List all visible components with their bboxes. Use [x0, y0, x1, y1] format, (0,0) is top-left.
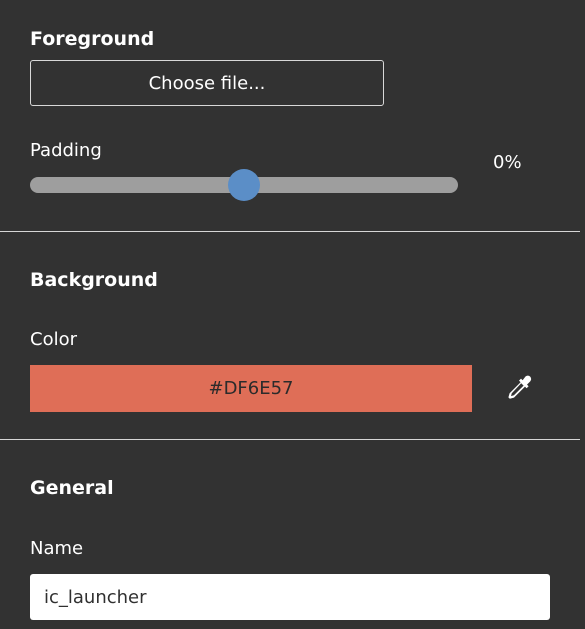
foreground-heading: Foreground: [30, 28, 155, 50]
padding-slider[interactable]: [30, 167, 458, 203]
color-swatch[interactable]: #DF6E57: [30, 365, 472, 412]
slider-thumb[interactable]: [228, 169, 260, 201]
section-divider: [0, 231, 580, 232]
color-label: Color: [30, 329, 77, 350]
padding-label: Padding: [30, 140, 102, 161]
choose-file-button[interactable]: Choose file...: [30, 60, 384, 106]
name-label: Name: [30, 538, 84, 559]
name-input[interactable]: [30, 574, 550, 620]
section-divider: [0, 439, 580, 440]
padding-value: 0%: [493, 152, 522, 173]
eyedropper-icon[interactable]: [504, 373, 534, 403]
background-heading: Background: [30, 269, 158, 291]
general-heading: General: [30, 477, 114, 499]
